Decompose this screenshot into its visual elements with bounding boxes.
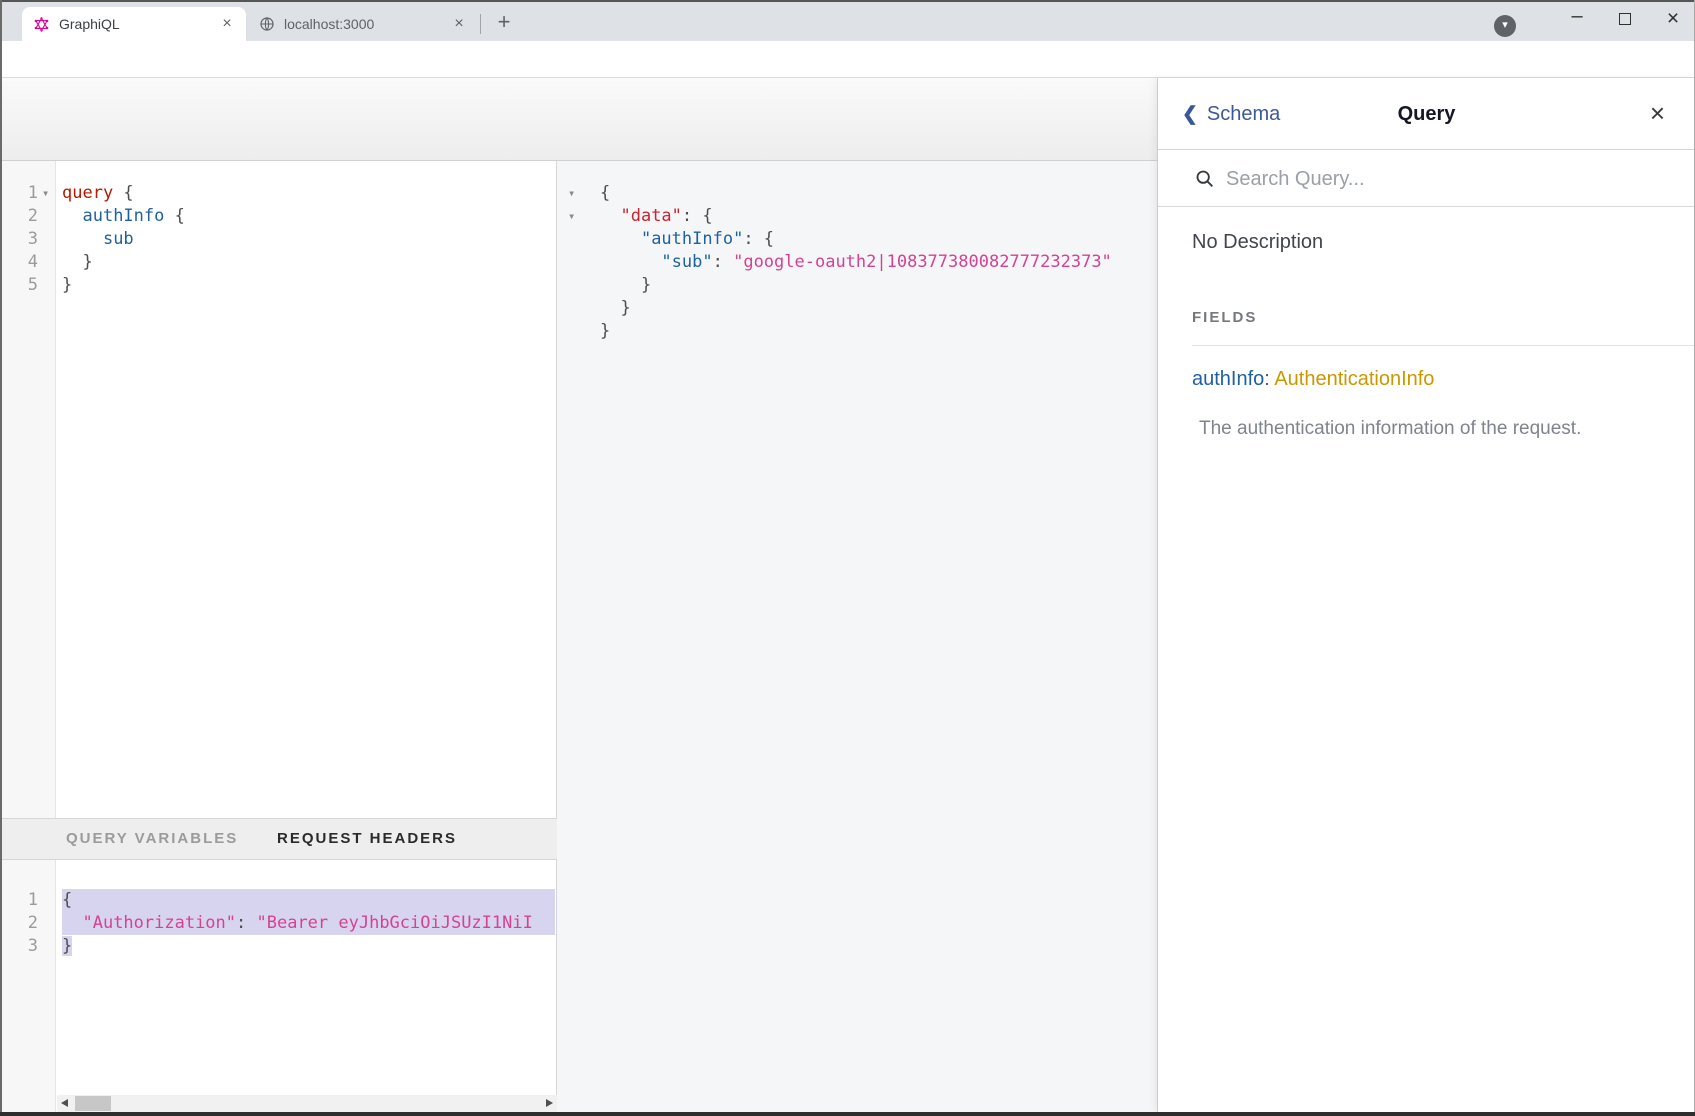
scroll-right-arrow[interactable] [540, 1095, 557, 1112]
line-number: 2 [0, 205, 55, 228]
line-number: 3 [0, 935, 55, 958]
window-maximize-button[interactable] [1608, 4, 1642, 34]
tab-graphiql[interactable]: GraphiQL × [22, 7, 246, 41]
tab-localhost[interactable]: localhost:3000 × [246, 7, 478, 41]
browser-toolbar: ← → localhost:3000 UO P [0, 41, 1695, 78]
code-line: } [62, 935, 555, 958]
fold-arrow-icon[interactable]: ▾ [568, 205, 575, 228]
code-line: "authInfo": { [600, 228, 1157, 251]
window-close-button[interactable]: × [1656, 4, 1690, 34]
code-line: authInfo { [62, 205, 556, 228]
graphql-logo-icon [33, 16, 50, 33]
field-description: The authentication information of the re… [1199, 418, 1581, 440]
secondary-editor-tabbar: QUERY VARIABLES REQUEST HEADERS [0, 818, 557, 860]
tab-separator [480, 14, 481, 34]
code-line: } [62, 251, 556, 274]
doc-explorer: ❮Schema Query × No Description FIELDS au… [1157, 78, 1695, 1112]
tab-close-icon[interactable]: × [450, 15, 468, 33]
doc-explorer-header: ❮Schema Query × [1158, 78, 1695, 150]
doc-back-link[interactable]: ❮Schema [1182, 78, 1280, 150]
field-type-link[interactable]: AuthenticationInfo [1274, 368, 1434, 390]
fold-arrow-icon[interactable]: ▾ [568, 182, 575, 205]
code-line: sub [62, 228, 556, 251]
doc-search-input[interactable] [1226, 163, 1656, 195]
window-minimize-button[interactable]: – [1560, 4, 1594, 34]
code-line: } [62, 274, 556, 297]
doc-close-icon[interactable]: × [1650, 78, 1665, 150]
tab-title: localhost:3000 [284, 16, 450, 32]
line-number: 2 [0, 912, 55, 935]
chevron-left-icon: ❮ [1182, 104, 1198, 125]
horizontal-scrollbar[interactable] [57, 1095, 557, 1112]
code-line: { [600, 182, 1157, 205]
field-row: authInfo: AuthenticationInfo [1192, 368, 1434, 391]
tab-close-icon[interactable]: × [218, 15, 236, 33]
fold-arrow-icon[interactable]: ▾ [42, 182, 49, 205]
search-icon [1194, 168, 1216, 190]
line-number: 1 [0, 889, 55, 912]
query-editor[interactable]: 1 2 3 4 5 ▾ query { authInfo { sub } } [0, 161, 557, 818]
window-frame-bottom [0, 1112, 1695, 1116]
tab-query-variables[interactable]: QUERY VARIABLES [66, 819, 238, 859]
tab-title: GraphiQL [59, 16, 218, 32]
code-line: "data": { [600, 205, 1157, 228]
code-line: { [62, 889, 555, 912]
headers-editor-gutter: 1 2 3 [0, 860, 56, 1112]
doc-search-row [1158, 150, 1695, 207]
line-number: 4 [0, 251, 55, 274]
tab-strip: GraphiQL × localhost:3000 × + ▾ – × [0, 0, 1695, 41]
code-line: query { [62, 182, 556, 205]
query-editor-gutter: 1 2 3 4 5 ▾ [0, 161, 56, 818]
line-number: 5 [0, 274, 55, 297]
request-headers-editor[interactable]: 1 2 3 { "Authorization": "Bearer eyJhbGc… [0, 860, 557, 1112]
line-number: 3 [0, 228, 55, 251]
tab-request-headers[interactable]: REQUEST HEADERS [277, 819, 457, 859]
new-tab-button[interactable]: + [490, 9, 518, 37]
code-line: } [600, 320, 1157, 343]
no-description-text: No Description [1192, 231, 1323, 254]
maximize-icon [1619, 13, 1631, 25]
field-name-link[interactable]: authInfo [1192, 368, 1264, 390]
code-line: } [600, 297, 1157, 320]
tab-menu-chevron-icon[interactable]: ▾ [1494, 15, 1516, 37]
graphiql-topbar: GraphiQL Prettify Merge Copy History Sha… [0, 78, 1157, 161]
scroll-left-arrow[interactable] [57, 1095, 74, 1112]
window-frame-top [0, 0, 1695, 2]
code-line: "sub": "google-oauth2|108377380082777232… [600, 251, 1157, 274]
code-line: "Authorization": "Bearer eyJhbGciOiJSUzI… [62, 912, 555, 935]
scrollbar-thumb[interactable] [75, 1096, 111, 1111]
browser-window: GraphiQL × localhost:3000 × + ▾ – × ← → [0, 0, 1695, 1116]
code-line: } [600, 274, 1157, 297]
window-frame-left [0, 0, 2, 1116]
globe-icon [259, 16, 275, 32]
result-viewer[interactable]: ▾ ▾ { "data": { "authInfo": { "sub": "go… [557, 161, 1157, 1112]
fields-heading: FIELDS [1192, 309, 1695, 346]
